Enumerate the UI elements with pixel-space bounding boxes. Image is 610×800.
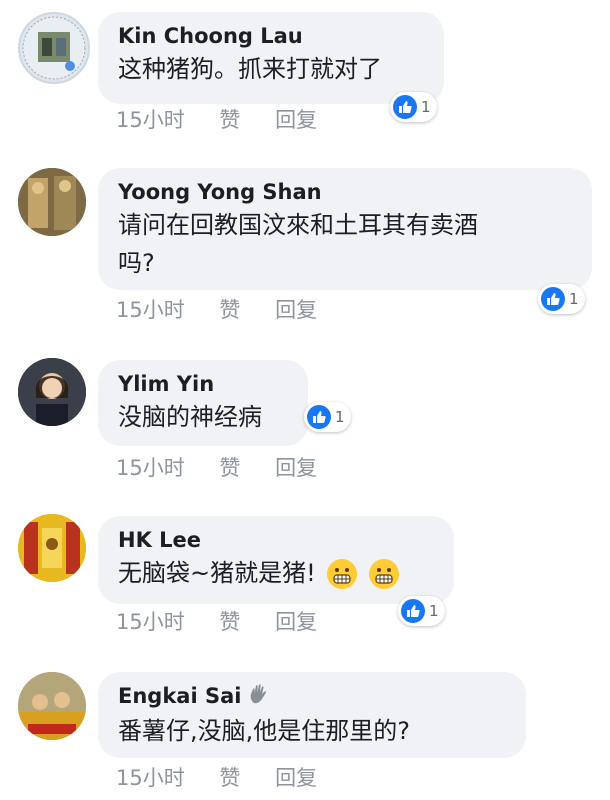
timestamp[interactable]: 15小时 [116,610,185,634]
comment-author-row: Engkai Sai [118,682,506,712]
reaction-count: 1 [429,602,439,620]
comment-text: 这种猪狗。抓来打就对了 [118,55,382,83]
comment-text-wrap: 无脑袋~猪就是猪! [118,554,434,592]
like-reaction-icon [401,599,425,623]
reply-button[interactable]: 回复 [275,766,317,790]
comment-author[interactable]: Ylim Yin [118,370,288,398]
like-reaction-icon [541,287,565,311]
reaction-badge[interactable]: 1 [304,402,351,432]
grimacing-emoji-icon [327,559,358,589]
comment-text-line: 吗? [118,249,155,277]
comment-meta: 15小时 赞 回复 [116,294,345,324]
comment-author[interactable]: HK Lee [118,526,434,554]
like-button[interactable]: 赞 [219,610,240,634]
comment-bubble: Ylim Yin 没脑的神经病 [98,360,308,446]
comment-meta: 15小时 赞 回复 [116,452,345,482]
comment-text: 没脑的神经病 [118,403,262,431]
timestamp[interactable]: 15小时 [116,766,185,790]
reaction-count: 1 [335,408,345,426]
avatar[interactable] [18,672,86,740]
reply-button[interactable]: 回复 [275,610,317,634]
timestamp[interactable]: 15小时 [116,456,185,480]
reaction-count: 1 [569,290,579,308]
reply-button[interactable]: 回复 [275,108,317,132]
like-button[interactable]: 赞 [219,108,240,132]
timestamp[interactable]: 15小时 [116,108,185,132]
like-reaction-icon [393,95,417,119]
comment-text-line: 请问在回教国汶來和土耳其有卖酒 [118,211,478,239]
comment-text: 无脑袋~猪就是猪! [118,559,316,587]
comment-bubble: Kin Choong Lau 这种猪狗。抓来打就对了 [98,12,444,104]
timestamp[interactable]: 15小时 [116,298,185,322]
reply-button[interactable]: 回复 [275,298,317,322]
like-button[interactable]: 赞 [219,766,240,790]
reaction-badge[interactable]: 1 [398,596,445,626]
comment-meta: 15小时 赞 回复 [116,606,345,636]
avatar[interactable] [18,168,86,236]
grimacing-emoji-icon [369,559,400,589]
reaction-count: 1 [421,98,431,116]
avatar[interactable] [18,358,86,426]
comment-meta: 15小时 赞 回复 [116,762,345,792]
comment-meta: 15小时 赞 回复 [116,104,345,134]
reply-button[interactable]: 回复 [275,456,317,480]
comment-text: 番薯仔,没脑,他是住那里的? [118,716,410,745]
avatar[interactable] [18,12,90,84]
like-button[interactable]: 赞 [219,456,240,480]
comment-bubble: Yoong Yong Shan 请问在回教国汶來和土耳其有卖酒 吗? [98,168,592,290]
comment-author[interactable]: Engkai Sai [118,684,241,708]
comment-author[interactable]: Kin Choong Lau [118,22,424,50]
avatar[interactable] [18,514,86,582]
comment-author[interactable]: Yoong Yong Shan [118,178,572,206]
like-reaction-icon [307,405,331,429]
waving-hand-icon [249,683,269,712]
reaction-badge[interactable]: 1 [538,284,585,314]
comment-bubble: HK Lee 无脑袋~猪就是猪! [98,516,454,604]
comment-bubble: Engkai Sai 番薯仔,没脑,他是住那里的? [98,672,526,758]
reaction-badge[interactable]: 1 [390,92,437,122]
like-button[interactable]: 赞 [219,298,240,322]
